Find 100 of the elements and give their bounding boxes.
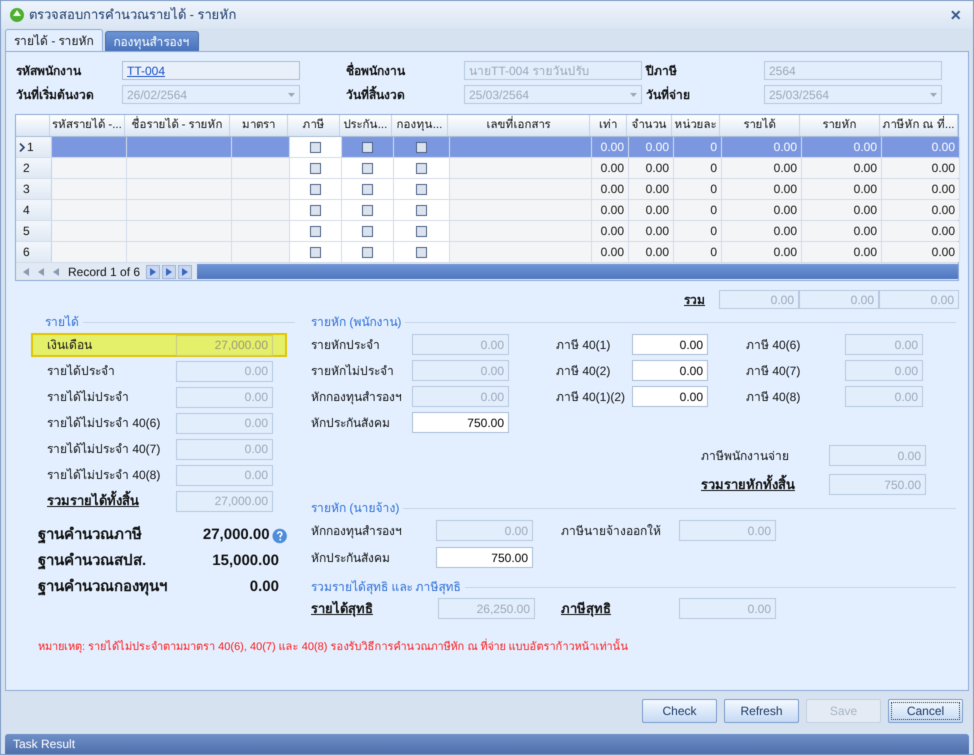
base-label: ฐานคำนวณกองทุนฯ — [38, 577, 168, 598]
field-label: วันที่เริ่มต้นงวด — [15, 86, 95, 104]
row-number: 6 — [23, 244, 30, 261]
tab[interactable]: กองทุนสำรองฯ — [104, 31, 199, 51]
base-value: 0.00 — [248, 577, 279, 598]
help-icon[interactable] — [272, 528, 287, 544]
checkbox[interactable] — [310, 184, 321, 194]
table-row[interactable]: 1 0.00 0.00 0 0.00 0.00 0.00 — [16, 137, 958, 158]
field-label: รายได้ประจำ — [47, 363, 116, 380]
total-field: 0.00 — [719, 290, 799, 309]
checkbox[interactable] — [362, 246, 373, 258]
number-field[interactable]: 0.00 — [632, 360, 708, 381]
group-legend: รวมรายได้สุทธิ และ ภาษีสุทธิ — [311, 578, 461, 596]
field-label: รวมรายหักทั้งสิ้น — [701, 474, 796, 494]
group-legend: รายหัก (นายจ้าง) — [311, 499, 400, 517]
field-label: รายได้ไม่ประจำ — [47, 389, 130, 406]
field-label: วันที่สิ้นงวด — [345, 86, 406, 104]
table-row[interactable]: 6 0.00 0.00 0 0.00 0.00 0.00 — [16, 242, 958, 263]
table-cell: 0.00 — [592, 137, 629, 157]
field-label: ชื่อพนักงาน — [345, 62, 406, 80]
table-cell: 0.00 — [722, 137, 802, 157]
checkbox[interactable] — [310, 246, 321, 258]
dialog-button[interactable]: Cancel — [888, 699, 963, 723]
dropdown-caret-icon — [630, 92, 637, 96]
checkbox[interactable] — [416, 226, 427, 236]
checkbox[interactable] — [310, 162, 321, 174]
column-header[interactable]: รายหัก — [800, 115, 880, 136]
field-label: หักประกันสังคม — [311, 550, 391, 566]
checkbox[interactable] — [362, 226, 373, 236]
table-cell: 0 — [674, 137, 722, 157]
column-header[interactable]: รายได้ — [720, 115, 800, 136]
field-label: หักกองทุนสำรองฯ — [311, 522, 403, 540]
note-text: หมายเหตุ: รายได้ไม่ประจำตามมาตรา 40(6), 40(7) และ 40(8) รองรับวิธีการคำนวณภาษีหัก ณ ที่จ่าย แบบอัตราก้าวหน้าเท่านั้น — [38, 639, 968, 656]
total-label: รวม — [684, 292, 705, 308]
checkbox[interactable] — [362, 184, 373, 194]
checkbox[interactable] — [416, 162, 427, 174]
column-header[interactable]: ภาษีหัก ณ ที่... — [880, 115, 958, 136]
dialog-button[interactable]: Check — [642, 699, 717, 723]
row-number: 1 — [27, 139, 34, 156]
table-cell: 0.00 — [802, 137, 882, 157]
base-value: 15,000.00 — [211, 551, 279, 572]
table-cell: 0.00 — [629, 137, 674, 157]
field-label: ปีภาษี — [644, 62, 678, 80]
number-field[interactable]: 750.00 — [436, 547, 533, 568]
number-field[interactable]: 0.00 — [632, 386, 708, 407]
horizontal-scrollbar[interactable] — [197, 264, 958, 279]
field-label: ภาษี 40(8) — [746, 388, 802, 406]
base-label: ฐานคำนวณสปส. — [38, 551, 148, 572]
record-counter: Record 1 of 6 — [67, 264, 142, 280]
column-header[interactable]: รหัสรายได้ -... — [50, 115, 125, 136]
column-header[interactable]: จำนวน — [627, 115, 672, 136]
number-field[interactable]: 0.00 — [632, 334, 708, 355]
field-label: ภาษี 40(1)(2) — [556, 388, 626, 406]
column-header[interactable]: มาตรา — [230, 115, 288, 136]
field-label: รายได้ไม่ประจำ 40(7) — [47, 441, 162, 458]
checkbox[interactable] — [310, 142, 321, 152]
field-value: 2564 — [769, 62, 797, 80]
last-button[interactable] — [178, 264, 192, 278]
checkbox[interactable] — [362, 162, 373, 174]
table-row[interactable]: 4 0.00 0.00 0 0.00 0.00 0.00 — [16, 200, 958, 221]
next-page-button[interactable] — [162, 264, 176, 278]
group-legend: รายได้ — [45, 313, 79, 331]
table-row[interactable]: 3 0.00 0.00 0 0.00 0.00 0.00 — [16, 179, 958, 200]
checkbox[interactable] — [362, 142, 373, 152]
field-label: รวมรายได้ทั้งสิ้น — [47, 491, 176, 511]
number-field[interactable]: 750.00 — [412, 412, 509, 433]
dialog-button[interactable]: Refresh — [724, 699, 799, 723]
field-value: 25/03/2564 — [469, 86, 530, 104]
table-row[interactable]: 5 0.00 0.00 0 0.00 0.00 0.00 — [16, 221, 958, 242]
column-header[interactable]: เลขที่เอกสาร — [448, 115, 590, 136]
field-label: รายหักไม่ประจำ — [311, 362, 395, 380]
checkbox[interactable] — [416, 184, 427, 194]
field-label: ภาษี 40(7) — [746, 362, 802, 380]
dropdown-caret-icon — [288, 92, 295, 96]
tab[interactable]: รายได้ - รายหัก — [5, 29, 103, 51]
column-header[interactable]: ประกัน... — [340, 115, 392, 136]
task-result-bar[interactable]: Task Result — [13, 735, 76, 753]
row-number: 5 — [23, 223, 30, 240]
next-button[interactable] — [146, 264, 160, 278]
chevron-right-icon — [19, 142, 25, 152]
checkbox[interactable] — [416, 246, 427, 258]
column-header[interactable]: ชื่อรายได้ - รายหัก — [125, 115, 230, 136]
column-header[interactable]: ภาษี — [288, 115, 340, 136]
column-header[interactable]: หน่วยละ — [672, 115, 720, 136]
column-header[interactable]: เท่า — [590, 115, 627, 136]
field-label: รหัสพนักงาน — [15, 62, 82, 80]
checkbox[interactable] — [416, 142, 427, 152]
field-label: รายได้สุทธิ — [311, 600, 374, 618]
checkbox[interactable] — [310, 226, 321, 236]
column-header[interactable]: กองทุน... — [392, 115, 448, 136]
field-label: ภาษี 40(6) — [746, 336, 802, 354]
field-label: ภาษีพนักงานจ่าย — [701, 448, 790, 464]
checkbox[interactable] — [310, 204, 321, 216]
table-row[interactable]: 2 0.00 0.00 0 0.00 0.00 0.00 — [16, 158, 958, 179]
checkbox[interactable] — [416, 204, 427, 216]
close-button[interactable]: × — [946, 6, 965, 24]
checkbox[interactable] — [362, 204, 373, 216]
field-label: รายได้ไม่ประจำ 40(6) — [47, 415, 162, 432]
field-label: วันที่จ่าย — [645, 86, 691, 104]
total-field: 0.00 — [799, 290, 879, 309]
